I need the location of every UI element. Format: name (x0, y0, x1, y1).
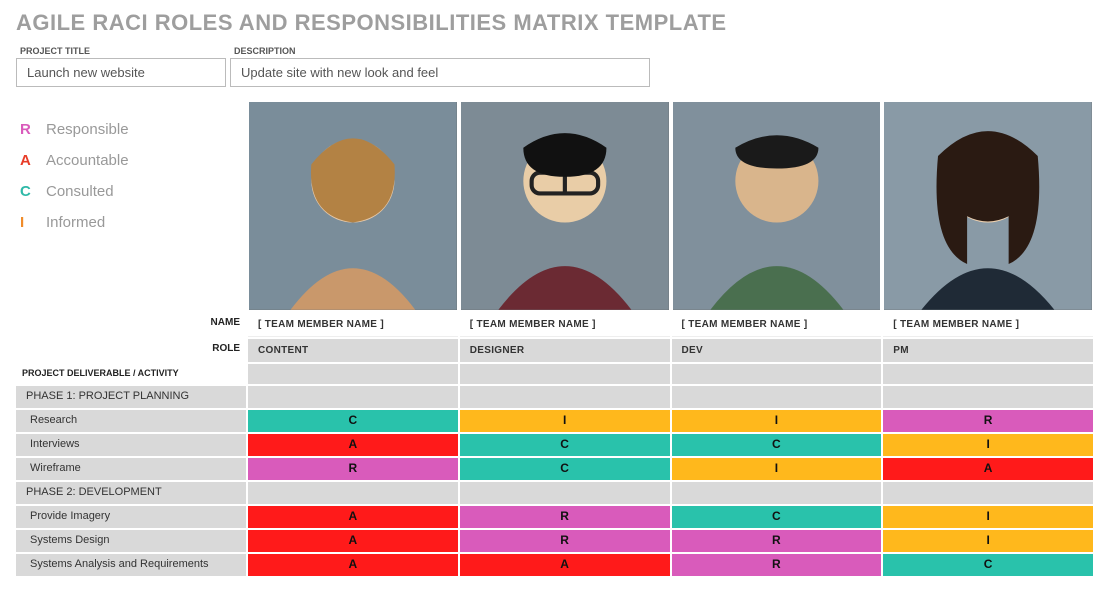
raci-cell[interactable]: A (883, 458, 1093, 480)
raci-legend: R Responsible A Accountable C Consulted I Infor… (16, 101, 246, 311)
legend-word: Consulted (46, 183, 114, 200)
raci-cell[interactable]: A (248, 434, 458, 456)
phase-pad (883, 482, 1093, 504)
raci-cell[interactable]: C (248, 410, 458, 432)
activity-label: Research (16, 410, 246, 432)
member-photo (460, 101, 670, 311)
raci-cell[interactable]: R (883, 410, 1093, 432)
raci-cell[interactable]: I (672, 410, 882, 432)
member-name[interactable]: [ TEAM MEMBER NAME ] (672, 313, 882, 337)
header-pad (460, 364, 670, 384)
raci-cell[interactable]: A (248, 506, 458, 528)
member-photo (248, 101, 458, 311)
legend-letter: I (20, 214, 36, 231)
raci-cell[interactable]: R (248, 458, 458, 480)
member-role[interactable]: DEV (672, 339, 882, 362)
legend-letter: R (20, 121, 36, 138)
raci-cell[interactable]: R (672, 554, 882, 576)
phase-pad (883, 386, 1093, 408)
raci-cell[interactable]: R (460, 506, 670, 528)
raci-cell[interactable]: I (883, 434, 1093, 456)
deliverable-header: PROJECT DELIVERABLE / ACTIVITY (16, 364, 246, 384)
legend-letter: C (20, 183, 36, 200)
project-title-input[interactable]: Launch new website (16, 58, 226, 87)
member-name[interactable]: [ TEAM MEMBER NAME ] (248, 313, 458, 337)
role-row-label: ROLE (16, 339, 246, 362)
activity-label: Systems Design (16, 530, 246, 552)
legend-row: I Informed (20, 214, 238, 231)
activity-label: Interviews (16, 434, 246, 456)
raci-cell[interactable]: R (672, 530, 882, 552)
raci-cell[interactable]: I (672, 458, 882, 480)
member-photo (883, 101, 1093, 311)
member-role[interactable]: DESIGNER (460, 339, 670, 362)
header-pad (672, 364, 882, 384)
legend-row: R Responsible (20, 121, 238, 138)
raci-cell[interactable]: C (460, 434, 670, 456)
header-pad (883, 364, 1093, 384)
activity-label: Wireframe (16, 458, 246, 480)
project-title-label: PROJECT TITLE (16, 44, 226, 58)
raci-cell[interactable]: C (883, 554, 1093, 576)
phase-pad (460, 482, 670, 504)
raci-cell[interactable]: R (460, 530, 670, 552)
raci-cell[interactable]: C (672, 434, 882, 456)
raci-cell[interactable]: C (460, 458, 670, 480)
raci-cell[interactable]: I (460, 410, 670, 432)
page-title: AGILE RACI ROLES AND RESPONSIBILITIES MA… (16, 10, 1093, 36)
raci-cell[interactable]: A (460, 554, 670, 576)
phase-pad (248, 482, 458, 504)
meta-row: PROJECT TITLE Launch new website DESCRIP… (16, 44, 1093, 87)
description-input[interactable]: Update site with new look and feel (230, 58, 650, 87)
raci-cell[interactable]: I (883, 530, 1093, 552)
member-role[interactable]: PM (883, 339, 1093, 362)
raci-cell[interactable]: A (248, 530, 458, 552)
phase-pad (460, 386, 670, 408)
member-name[interactable]: [ TEAM MEMBER NAME ] (883, 313, 1093, 337)
raci-cell[interactable]: I (883, 506, 1093, 528)
legend-word: Informed (46, 214, 105, 231)
raci-grid: R Responsible A Accountable C Consulted I Infor… (16, 101, 1093, 576)
activity-label: Systems Analysis and Requirements (16, 554, 246, 576)
legend-row: C Consulted (20, 183, 238, 200)
activity-label: Provide Imagery (16, 506, 246, 528)
phase-label: PHASE 1: PROJECT PLANNING (16, 386, 246, 408)
phase-pad (672, 482, 882, 504)
phase-label: PHASE 2: DEVELOPMENT (16, 482, 246, 504)
legend-row: A Accountable (20, 152, 238, 169)
member-role[interactable]: CONTENT (248, 339, 458, 362)
header-pad (248, 364, 458, 384)
phase-pad (248, 386, 458, 408)
member-name[interactable]: [ TEAM MEMBER NAME ] (460, 313, 670, 337)
phase-pad (672, 386, 882, 408)
member-photo (672, 101, 882, 311)
raci-cell[interactable]: C (672, 506, 882, 528)
legend-word: Accountable (46, 152, 129, 169)
legend-letter: A (20, 152, 36, 169)
raci-cell[interactable]: A (248, 554, 458, 576)
name-row-label: NAME (16, 313, 246, 337)
description-label: DESCRIPTION (230, 44, 650, 58)
legend-word: Responsible (46, 121, 129, 138)
